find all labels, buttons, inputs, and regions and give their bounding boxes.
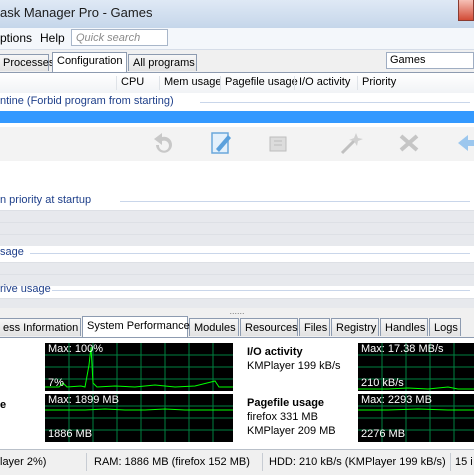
column-cpu[interactable]: CPU: [116, 76, 144, 90]
pagefile-current-label: 2276 MB: [361, 428, 406, 440]
group-divider: [120, 201, 470, 202]
status-hdd: HDD: 210 kB/s (KMPlayer 199 kB/s): [269, 456, 446, 468]
status-separator: [86, 453, 87, 471]
tab-system-performance[interactable]: System Performance: [82, 316, 190, 337]
menu-bar: ptions Help Quick search: [0, 28, 474, 50]
cpu-graph: Max: 100% 7%: [45, 343, 233, 391]
list-item[interactable]: [0, 234, 474, 246]
memory-graph: Max: 1899 MB 1886 MB: [45, 394, 233, 442]
quick-search-input[interactable]: Quick search: [71, 29, 168, 46]
io-activity-label: I/O activity: [247, 346, 303, 358]
pagefile-detail-kmplayer: KMPlayer 209 MB: [247, 425, 336, 437]
tab-handles[interactable]: Handles: [380, 318, 428, 336]
status-cpu: layer 2%): [0, 456, 47, 468]
tab-all-programs[interactable]: All programs: [128, 54, 197, 71]
column-priority[interactable]: Priority: [357, 76, 396, 90]
remove-icon[interactable]: [394, 129, 424, 157]
io-current-label: 210 kB/s: [361, 377, 404, 389]
io-graph: Max: 17.38 MB/s 210 kB/s: [358, 343, 474, 391]
memory-current-label: 1886 MB: [48, 428, 93, 440]
group-usage[interactable]: sage: [0, 246, 24, 258]
magic-wand-icon[interactable]: [336, 129, 366, 157]
tab-registry[interactable]: Registry: [331, 318, 379, 336]
menu-options[interactable]: ptions: [0, 31, 32, 45]
group-quarantine[interactable]: ntine (Forbid program from starting): [0, 95, 174, 107]
group-divider: [52, 290, 470, 291]
splitter-handle[interactable]: ......: [0, 307, 474, 316]
tab-configuration[interactable]: Configuration: [52, 52, 127, 72]
memory-usage-label: e: [0, 399, 7, 411]
column-header-row: CPU Mem usage Pagefile usage I/O activit…: [0, 72, 474, 94]
title-bar: ask Manager Pro - Games: [0, 0, 474, 29]
close-window-button[interactable]: [458, 0, 474, 21]
properties-icon[interactable]: [264, 129, 294, 157]
tab-process-information[interactable]: ess Information: [0, 318, 81, 336]
menu-help[interactable]: Help: [40, 31, 65, 45]
bottom-tab-row: ess Information System Performance Modul…: [0, 316, 474, 337]
quarantine-toolbar: [0, 127, 474, 161]
list-item[interactable]: [0, 274, 474, 286]
config-list: ntine (Forbid program from starting) n p…: [0, 93, 474, 315]
status-separator: [262, 453, 263, 471]
tab-files[interactable]: Files: [299, 318, 330, 336]
pagefile-graph: Max: 2293 MB 2276 MB: [358, 394, 474, 442]
group-priority[interactable]: n priority at startup: [0, 194, 91, 206]
pagefile-max-label: Max: 2293 MB: [361, 394, 432, 406]
undo-icon[interactable]: [148, 129, 178, 157]
group-divider: [30, 253, 470, 254]
cpu-max-label: Max: 100%: [48, 343, 104, 355]
status-bar: layer 2%) RAM: 1886 MB (firefox 152 MB) …: [0, 449, 474, 475]
arrow-icon[interactable]: [454, 129, 474, 157]
tab-processes[interactable]: Processes: [0, 54, 54, 71]
pagefile-detail-firefox: firefox 331 MB: [247, 411, 318, 423]
column-mem-usage[interactable]: Mem usage: [159, 76, 221, 90]
io-max-label: Max: 17.38 MB/s: [361, 343, 444, 355]
tab-logs[interactable]: Logs: [429, 318, 461, 336]
list-item[interactable]: [0, 222, 474, 234]
tab-modules[interactable]: Modules: [189, 318, 239, 336]
group-divider: [200, 102, 470, 103]
selected-row[interactable]: [0, 111, 474, 123]
edit-icon[interactable]: [206, 129, 236, 157]
filter-select[interactable]: Games: [386, 52, 474, 69]
memory-max-label: Max: 1899 MB: [48, 394, 119, 406]
cpu-current-label: 7%: [48, 377, 64, 389]
status-separator: [450, 453, 451, 471]
window-title: ask Manager Pro - Games: [0, 5, 153, 20]
group-drive-usage[interactable]: rive usage: [0, 283, 51, 295]
pagefile-usage-label: Pagefile usage: [247, 397, 325, 409]
io-activity-detail: KMPlayer 199 kB/s: [247, 360, 341, 372]
column-io-activity[interactable]: I/O activity: [294, 76, 350, 90]
list-item[interactable]: [0, 262, 474, 274]
status-extra: 15 i: [455, 456, 473, 468]
system-performance-panel: Max: 100% 7% I/O activity KMPlayer 199 k…: [0, 337, 474, 449]
tab-resources[interactable]: Resources: [240, 318, 298, 336]
list-item[interactable]: [0, 210, 474, 222]
column-pagefile-usage[interactable]: Pagefile usage: [220, 76, 298, 90]
status-ram: RAM: 1886 MB (firefox 152 MB): [94, 456, 250, 468]
